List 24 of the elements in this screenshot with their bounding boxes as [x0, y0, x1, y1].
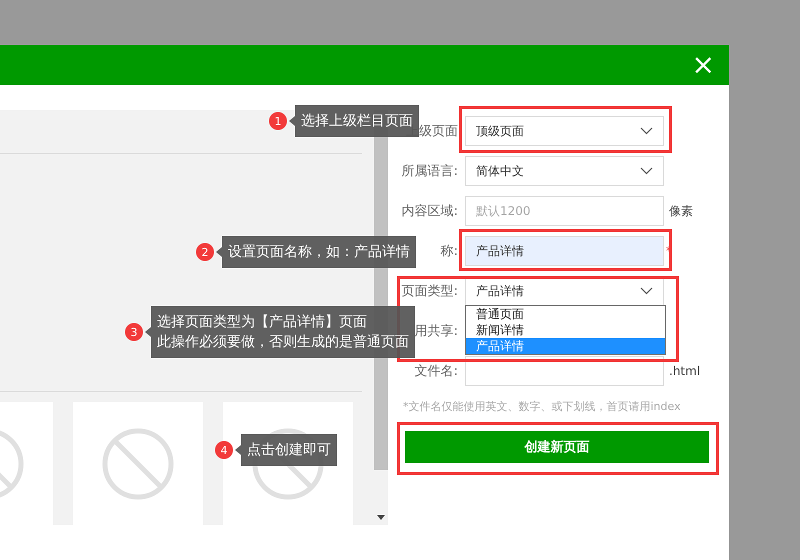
close-button[interactable]: × [692, 51, 715, 79]
field-label: 用共享: [414, 323, 458, 340]
tooltip: 点击创建即可 [235, 434, 337, 466]
chevron-down-icon [640, 167, 653, 175]
unit-label: .html [669, 364, 700, 378]
input-field[interactable] [465, 356, 664, 386]
field-label: 页面类型: [402, 283, 458, 300]
field-label: 称: [440, 243, 458, 260]
input-field[interactable]: 默认1200 [465, 196, 664, 226]
tooltip: 设置页面名称，如：产品详情 [216, 236, 416, 268]
field-label: 内容区域: [402, 203, 458, 220]
chevron-down-icon [640, 287, 653, 295]
hint-text: *文件名仅能使用英文、数字、或下划线，首页请用index [403, 399, 682, 414]
input-field[interactable]: 产品详情 [465, 236, 664, 266]
scroll-down-icon[interactable] [377, 515, 385, 520]
no-image-icon [102, 428, 174, 500]
unit-label: 像素 [669, 202, 693, 220]
field-label: 文件名: [414, 363, 458, 380]
select-field[interactable]: 简体中文 [465, 156, 664, 186]
select-field[interactable]: 顶级页面 [465, 116, 664, 146]
field-label: 所属语言: [402, 163, 458, 180]
create-page-button[interactable]: 创建新页面 [405, 431, 709, 463]
chevron-down-icon [640, 127, 653, 135]
tooltip: 选择页面类型为【产品详情】页面 此操作必须要做，否则生成的是普通页面 [145, 306, 415, 358]
